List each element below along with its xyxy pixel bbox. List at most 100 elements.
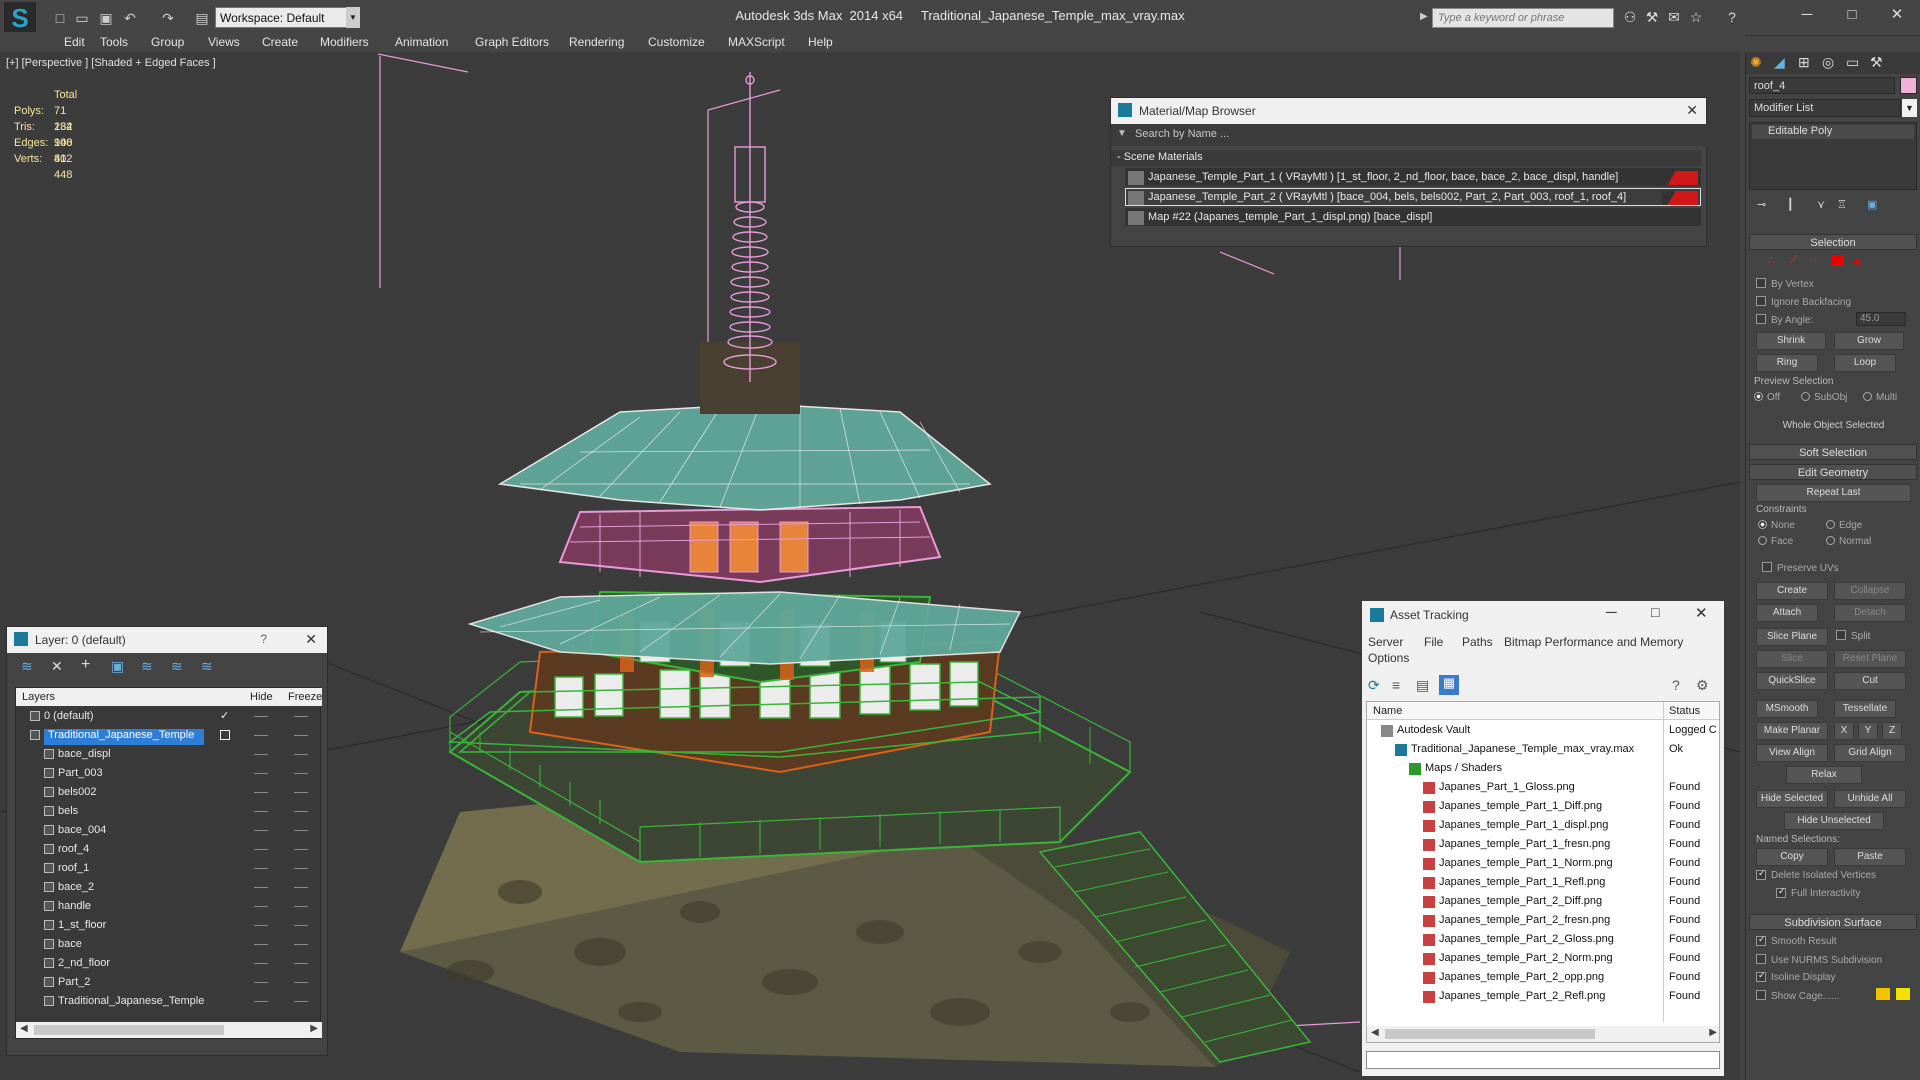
hide-toggle[interactable]	[254, 792, 268, 793]
scroll-right-icon[interactable]: ▶	[310, 1023, 318, 1034]
detach-button[interactable]: Detach	[1834, 604, 1906, 622]
edge-icon[interactable]: ⟋	[1790, 254, 1798, 267]
slice-plane-button[interactable]: Slice Plane	[1756, 628, 1828, 646]
msmooth-button[interactable]: MSmooth	[1756, 700, 1818, 718]
create-layer-icon[interactable]: ≋	[21, 658, 33, 675]
utilities-tab-icon[interactable]: ⚒	[1870, 54, 1883, 71]
display-tab-icon[interactable]: ▭	[1846, 54, 1859, 71]
ignore-backfacing-checkbox[interactable]: Ignore Backfacing	[1756, 296, 1851, 308]
make-planar-button[interactable]: Make Planar	[1756, 722, 1828, 740]
full-interactivity-checkbox[interactable]: Full Interactivity	[1776, 888, 1860, 899]
layer-row[interactable]: Traditional_Japanese_Temple	[16, 727, 322, 745]
chevron-down-icon[interactable]: ▼	[346, 7, 360, 28]
asset-menu-file[interactable]: File	[1424, 635, 1443, 649]
use-nurms-checkbox[interactable]: Use NURMS Subdivision	[1756, 954, 1882, 966]
menu-item-help[interactable]: Help	[808, 35, 833, 49]
maximize-icon[interactable]: □	[1651, 604, 1659, 620]
open-file-icon[interactable]: ▭	[72, 8, 92, 28]
list-view-icon[interactable]: ≡	[1392, 677, 1400, 693]
communication-icon[interactable]: ✉	[1664, 9, 1684, 29]
freeze-toggle[interactable]	[294, 887, 308, 888]
remove-modifier-icon[interactable]: ♖	[1837, 198, 1847, 211]
by-angle-checkbox[interactable]: By Angle:	[1756, 314, 1813, 326]
asset-row[interactable]: Maps / Shaders	[1367, 760, 1719, 778]
asset-row[interactable]: Japanes_temple_Part_1_Diff.png Found	[1367, 798, 1719, 816]
material-row[interactable]: Japanese_Temple_Part_2 ( VRayMtl ) [bace…	[1125, 188, 1701, 206]
select-objects-icon[interactable]: ▣	[111, 658, 124, 675]
freeze-toggle[interactable]	[294, 830, 308, 831]
collapse-button[interactable]: Collapse	[1834, 582, 1906, 600]
menu-item-modifiers[interactable]: Modifiers	[320, 35, 369, 49]
view-align-button[interactable]: View Align	[1756, 744, 1828, 762]
edit-geometry-rollout[interactable]: Edit Geometry	[1749, 464, 1917, 480]
layer-horizontal-scrollbar[interactable]: ◀ ▶	[16, 1022, 322, 1038]
column-hide[interactable]: Hide	[250, 691, 273, 703]
paste-button[interactable]: Paste	[1834, 848, 1906, 866]
filter-icon[interactable]: ▼	[1117, 128, 1127, 139]
keyword-search-input[interactable]: Type a keyword or phrase	[1432, 8, 1614, 28]
layer-row[interactable]: bels002	[16, 784, 322, 802]
material-row[interactable]: Japanese_Temple_Part_1 ( VRayMtl ) [1_st…	[1125, 168, 1701, 186]
set-current-layer-icon[interactable]	[220, 730, 230, 740]
constraint-face-radio[interactable]: Face	[1758, 536, 1793, 547]
viewport-label[interactable]: [+] [Perspective ] [Shaded + Edged Faces…	[6, 57, 216, 69]
favorites-star-icon[interactable]: ☆	[1686, 9, 1706, 29]
make-unique-icon[interactable]: ⋎	[1817, 198, 1825, 211]
freeze-toggle[interactable]	[294, 735, 308, 736]
asset-row[interactable]: Japanes_temple_Part_1_displ.png Found	[1367, 817, 1719, 835]
motion-tab-icon[interactable]: ◎	[1822, 54, 1834, 71]
scrollbar-thumb[interactable]	[1385, 1029, 1595, 1039]
show-end-result-icon[interactable]: ┃	[1787, 198, 1794, 211]
freeze-toggle[interactable]	[294, 849, 308, 850]
delete-isolated-checkbox[interactable]: Delete Isolated Vertices	[1756, 870, 1876, 881]
loop-button[interactable]: Loop	[1834, 354, 1896, 372]
freeze-toggle[interactable]	[294, 773, 308, 774]
show-cage-checkbox[interactable]: Show Cage......	[1756, 990, 1839, 1002]
modifier-list-dropdown[interactable]: Modifier List	[1749, 99, 1901, 117]
close-icon[interactable]: ✕	[1686, 102, 1698, 119]
subdivision-surface-rollout[interactable]: Subdivision Surface	[1749, 914, 1917, 930]
layer-row[interactable]: 1_st_floor	[16, 917, 322, 935]
create-tab-icon[interactable]: ✺	[1750, 54, 1762, 71]
preview-subobj-radio[interactable]: SubObj	[1801, 392, 1847, 403]
freeze-toggle[interactable]	[294, 982, 308, 983]
maximize-icon[interactable]: □	[1837, 4, 1867, 26]
stack-item-editable-poly[interactable]: Editable Poly	[1752, 125, 1914, 139]
hide-toggle[interactable]	[254, 925, 268, 926]
minimize-icon[interactable]: ─	[1606, 604, 1617, 621]
asset-row[interactable]: Japanes_temple_Part_2_opp.png Found	[1367, 969, 1719, 987]
scroll-left-icon[interactable]: ◀	[1371, 1027, 1379, 1038]
reset-plane-button[interactable]: Reset Plane	[1834, 650, 1906, 668]
copy-button[interactable]: Copy	[1756, 848, 1828, 866]
highlight-layer-icon[interactable]: ≋	[141, 658, 153, 675]
asset-menu-server[interactable]: Server	[1368, 635, 1403, 649]
layer-row[interactable]: bace_2	[16, 879, 322, 897]
hide-toggle[interactable]	[254, 1001, 268, 1002]
menu-item-rendering[interactable]: Rendering	[569, 35, 624, 49]
repeat-last-button[interactable]: Repeat Last	[1756, 484, 1911, 502]
constraint-edge-radio[interactable]: Edge	[1826, 520, 1862, 531]
layer-row[interactable]: 0 (default) ✓	[16, 708, 322, 726]
new-file-icon[interactable]: □	[50, 8, 70, 28]
layer-row[interactable]: bace_displ	[16, 746, 322, 764]
freeze-toggle[interactable]	[294, 906, 308, 907]
object-color-swatch[interactable]	[1900, 77, 1917, 94]
menu-item-animation[interactable]: Animation	[395, 35, 448, 49]
layer-row[interactable]: Traditional_Japanese_Temple	[16, 993, 322, 1011]
preview-off-radio[interactable]: Off	[1754, 392, 1780, 403]
help-button[interactable]: ?	[260, 632, 267, 646]
hide-toggle[interactable]	[254, 982, 268, 983]
slice-button[interactable]: Slice	[1756, 650, 1828, 668]
material-search-input[interactable]: Search by Name ...	[1135, 128, 1229, 140]
asset-row[interactable]: Japanes_Part_1_Gloss.png Found	[1367, 779, 1719, 797]
preview-multi-radio[interactable]: Multi	[1863, 392, 1897, 403]
menu-item-edit[interactable]: Edit	[64, 35, 85, 49]
relax-button[interactable]: Relax	[1786, 766, 1862, 784]
hide-toggle[interactable]	[254, 735, 268, 736]
asset-row[interactable]: Japanes_temple_Part_2_Refl.png Found	[1367, 988, 1719, 1006]
grid-align-button[interactable]: Grid Align	[1834, 744, 1906, 762]
layer-row[interactable]: roof_1	[16, 860, 322, 878]
close-window-icon[interactable]: ✕	[1882, 4, 1912, 26]
close-icon[interactable]: ✕	[1695, 604, 1708, 622]
freeze-toggle[interactable]	[294, 963, 308, 964]
